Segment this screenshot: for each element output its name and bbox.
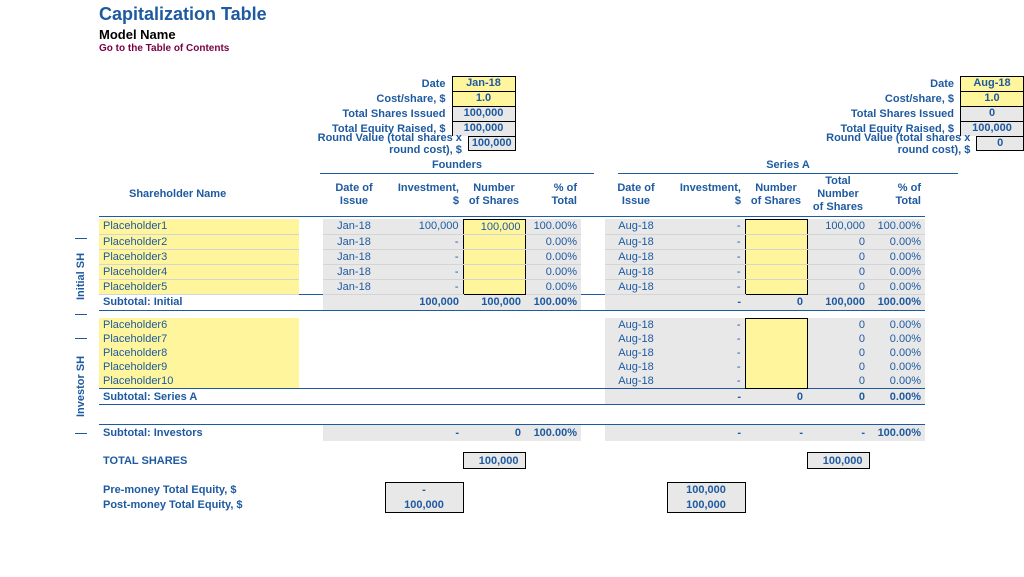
model-name: Model Name — [99, 27, 1024, 42]
cap-table: Shareholder Name Date of Issue Investmen… — [99, 174, 925, 513]
label-shares: Total Shares Issued — [342, 108, 451, 120]
col-pct-a: % of Total — [869, 174, 925, 216]
col-date-f: Date of Issue — [323, 174, 385, 216]
founders-cost[interactable]: 1.0 — [452, 91, 516, 106]
table-row[interactable]: Placeholder5 Jan-18- 0.00% Aug-18- 00.00… — [99, 279, 925, 294]
table-row[interactable]: Placeholder8 Aug-18- 00.00% — [99, 346, 925, 360]
label-shares-a: Total Shares Issued — [851, 108, 960, 120]
pre-money-equity: Pre-money Total Equity, $ - 100,000 — [99, 483, 925, 498]
founders-date[interactable]: Jan-18 — [452, 76, 516, 91]
label-round: Round Value (total shares x round cost),… — [300, 132, 468, 156]
col-inv-f: Investment, $ — [385, 174, 463, 216]
toc-link[interactable]: Go to the Table of Contents — [99, 43, 1024, 54]
page-title: Capitalization Table — [99, 4, 1024, 25]
seriesa-heading: Series A — [618, 157, 958, 174]
initial-sh-label: Initial SH — [75, 238, 87, 315]
founders-round: 100,000 — [468, 136, 516, 151]
col-totshares-a: Total Number of Shares — [807, 174, 869, 216]
seriesa-round: 0 — [976, 136, 1024, 151]
col-shareholder: Shareholder Name — [99, 174, 299, 216]
table-row[interactable]: Placeholder10 Aug-18- 00.00% — [99, 374, 925, 389]
total-shares: TOTAL SHARES 100,000 100,000 — [99, 453, 925, 469]
label-cost-a: Cost/share, $ — [885, 93, 960, 105]
col-shares-a: Number of Shares — [745, 174, 807, 216]
table-row[interactable]: Placeholder7 Aug-18- 00.00% — [99, 332, 925, 346]
founders-shares: 100,000 — [452, 106, 516, 121]
table-row[interactable]: Placeholder1 Jan-18100,000 100,000100.00… — [99, 219, 925, 234]
label-date: Date — [422, 78, 452, 90]
col-pct-f: % of Total — [525, 174, 581, 216]
table-row[interactable]: Placeholder3 Jan-18- 0.00% Aug-18- 00.00… — [99, 249, 925, 264]
post-money-equity: Post-money Total Equity, $ 100,000 100,0… — [99, 498, 925, 513]
col-inv-a: Investment, $ — [667, 174, 745, 216]
table-row[interactable]: Placeholder6 Aug-18- 00.00% — [99, 318, 925, 332]
seriesa-cost[interactable]: 1.0 — [960, 91, 1024, 106]
col-shares-f: Number of Shares — [463, 174, 525, 216]
seriesa-shares: 0 — [960, 106, 1024, 121]
investor-sh-label: Investor SH — [75, 338, 87, 434]
label-cost: Cost/share, $ — [376, 93, 451, 105]
founders-heading: Founders — [320, 157, 594, 174]
table-row[interactable]: Placeholder4 Jan-18- 0.00% Aug-18- 00.00… — [99, 264, 925, 279]
col-date-a: Date of Issue — [605, 174, 667, 216]
label-date-a: Date — [930, 78, 960, 90]
seriesa-date[interactable]: Aug-18 — [960, 76, 1024, 91]
subtotal-initial: Subtotal: Initial 100,000100,000100.00% … — [99, 294, 925, 310]
table-row[interactable]: Placeholder9 Aug-18- 00.00% — [99, 360, 925, 374]
subtotal-seriesa: Subtotal: Series A -000.00% — [99, 389, 925, 405]
table-row[interactable]: Placeholder2 Jan-18- 0.00% Aug-18- 00.00… — [99, 234, 925, 249]
subtotal-investors: Subtotal: Investors -0100.00% ---100.00% — [99, 425, 925, 441]
label-round-a: Round Value (total shares x round cost),… — [809, 132, 977, 156]
